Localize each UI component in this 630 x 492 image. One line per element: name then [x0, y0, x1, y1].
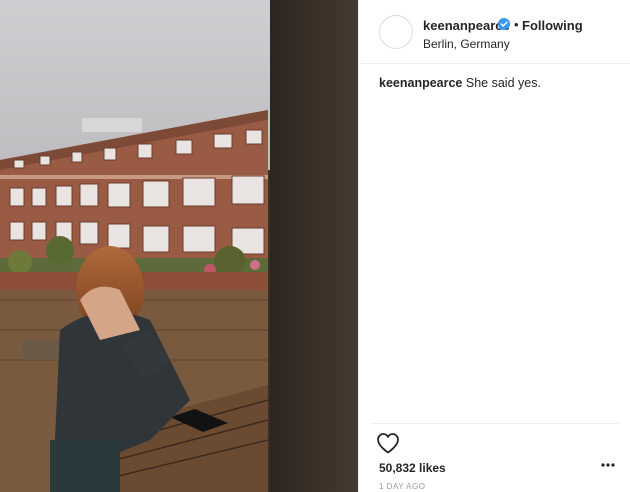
heart-icon[interactable]	[376, 432, 400, 454]
post-photo[interactable]	[0, 0, 358, 492]
caption: keenanpearce She said yes.	[379, 75, 619, 91]
verified-badge-icon	[498, 18, 510, 30]
post-header: keenanpearce • Following Berlin, Germany	[359, 0, 630, 64]
likes-count[interactable]: 50,832 likes	[379, 461, 446, 475]
avatar[interactable]	[379, 15, 413, 49]
caption-username[interactable]: keenanpearce	[379, 76, 462, 90]
caption-text: She said yes.	[465, 76, 541, 90]
post-photo-image	[0, 0, 358, 492]
post-username[interactable]: keenanpearce	[423, 18, 510, 33]
following-button[interactable]: Following	[522, 18, 583, 33]
post-side-panel: keenanpearce • Following Berlin, Germany…	[358, 0, 630, 492]
instagram-post: keenanpearce • Following Berlin, Germany…	[0, 0, 630, 492]
separator-dot: •	[514, 17, 519, 32]
actions-divider	[371, 423, 619, 424]
more-options-icon[interactable]	[601, 462, 615, 468]
post-location[interactable]: Berlin, Germany	[423, 37, 510, 51]
post-timestamp: 1 DAY AGO	[379, 482, 426, 491]
